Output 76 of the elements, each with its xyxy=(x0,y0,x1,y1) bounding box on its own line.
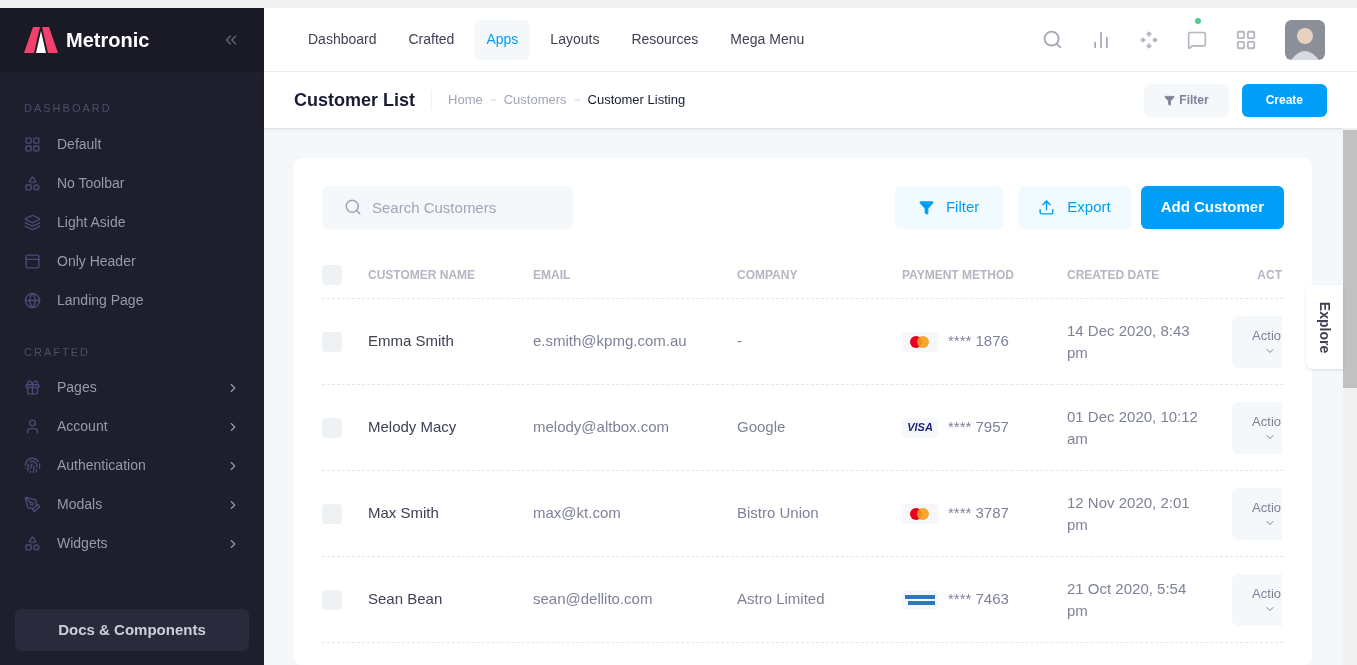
nav-tab[interactable]: Dashboard xyxy=(296,19,389,60)
card-number: **** 7957 xyxy=(948,417,1009,438)
fingerprint-icon xyxy=(24,457,41,474)
nav-tab[interactable]: Mega Menu xyxy=(718,19,817,60)
table-cell-text: 14 Dec 2020, 8:43 pm xyxy=(1067,320,1191,363)
table-cell-text: max@kt.com xyxy=(533,503,622,524)
sidebar-item[interactable]: Light Aside xyxy=(0,202,264,242)
layers-icon xyxy=(24,213,41,231)
visa-logo: VISA xyxy=(902,417,938,438)
customer-name[interactable]: Max Smith xyxy=(368,502,533,525)
bar-chart-icon[interactable] xyxy=(1091,29,1111,50)
sidebar-item[interactable]: No Toolbar xyxy=(0,163,264,203)
column-header: ACT xyxy=(1257,266,1282,284)
card-number: **** 3787 xyxy=(948,503,1009,524)
column-header: PAYMENT METHOD xyxy=(902,266,1015,284)
card-number: **** 1876 xyxy=(948,331,1009,352)
docs-button[interactable]: Docs & Components xyxy=(15,609,249,651)
column-header: EMAIL xyxy=(533,266,572,284)
filter-icon xyxy=(918,200,934,215)
avatar[interactable] xyxy=(1285,19,1325,60)
sidebar-item[interactable]: Modals xyxy=(0,485,264,524)
sidebar-item[interactable]: Only Header xyxy=(0,241,264,281)
pen-icon xyxy=(24,496,41,513)
sidebar-item[interactable]: Account xyxy=(0,407,264,446)
sidebar-item[interactable]: Default xyxy=(0,124,264,164)
search-field[interactable]: Search Customers xyxy=(322,186,573,229)
grid-icon xyxy=(24,135,41,153)
page-title: Customer List xyxy=(294,88,416,112)
logo-icon xyxy=(24,27,58,53)
sidebar-item[interactable]: Authentication xyxy=(0,446,264,485)
chat-icon[interactable] xyxy=(1187,29,1207,50)
column-header: CUSTOMER NAME xyxy=(368,266,477,284)
card-number: **** 7463 xyxy=(948,589,1009,610)
actions-button[interactable]: Actio xyxy=(1232,401,1282,454)
explore-tab[interactable]: Explore xyxy=(1306,285,1343,369)
nav-tab[interactable]: Crafted xyxy=(396,19,467,60)
customer-name[interactable]: Sean Bean xyxy=(368,588,533,611)
table-cell-text: e.smith@kpmg.com.au xyxy=(533,331,688,352)
customer-name[interactable]: Melody Macy xyxy=(368,416,533,439)
column-header: COMPANY xyxy=(737,266,799,284)
shapes-icon xyxy=(24,174,41,192)
table-cell-text: sean@dellito.com xyxy=(533,589,654,610)
column-header: CREATED DATE xyxy=(1067,266,1161,284)
globe-icon xyxy=(24,291,41,309)
section-heading: DASHBOARD xyxy=(23,101,113,116)
search-icon[interactable] xyxy=(1042,29,1063,50)
window-icon xyxy=(24,252,41,270)
upload-icon xyxy=(1038,199,1056,216)
table-cell-text: 01 Dec 2020, 10:12 am xyxy=(1067,406,1199,449)
sidebar-item[interactable]: Pages xyxy=(0,368,264,407)
table-cell-text: 12 Nov 2020, 2:01 pm xyxy=(1067,492,1191,535)
table-cell-text: - xyxy=(737,331,743,352)
table-cell-text: Google xyxy=(737,417,787,438)
brand-name: Metronic xyxy=(66,28,150,53)
table-cell-text: Bistro Union xyxy=(737,503,820,524)
scrollbar[interactable] xyxy=(1343,128,1357,665)
filter-icon xyxy=(1164,94,1176,106)
table-cell-text: 21 Oct 2020, 5:54 pm xyxy=(1067,578,1188,621)
customer-name[interactable]: Emma Smith xyxy=(368,330,533,353)
actions-button[interactable]: Actio xyxy=(1232,487,1282,540)
gift-icon xyxy=(24,379,41,396)
nav-tab[interactable]: Layouts xyxy=(538,19,612,60)
shapes-icon xyxy=(24,535,41,552)
sidebar-item[interactable]: Landing Page xyxy=(0,280,264,320)
diamonds-icon[interactable] xyxy=(1139,29,1159,50)
table-cell-text: Astro Limited xyxy=(737,589,826,610)
search-icon xyxy=(344,198,362,216)
apps-icon[interactable] xyxy=(1235,28,1257,51)
user-icon xyxy=(24,418,41,435)
table-cell-text: melody@altbox.com xyxy=(533,417,671,438)
actions-button[interactable]: Actio xyxy=(1232,315,1282,368)
nav-tab[interactable]: Resources xyxy=(619,19,711,60)
filter-button[interactable]: Filter xyxy=(1144,83,1229,117)
sidebar-item[interactable]: Widgets xyxy=(0,524,264,563)
section-heading: CRAFTED xyxy=(23,344,91,360)
actions-button[interactable]: Actio xyxy=(1232,573,1282,626)
